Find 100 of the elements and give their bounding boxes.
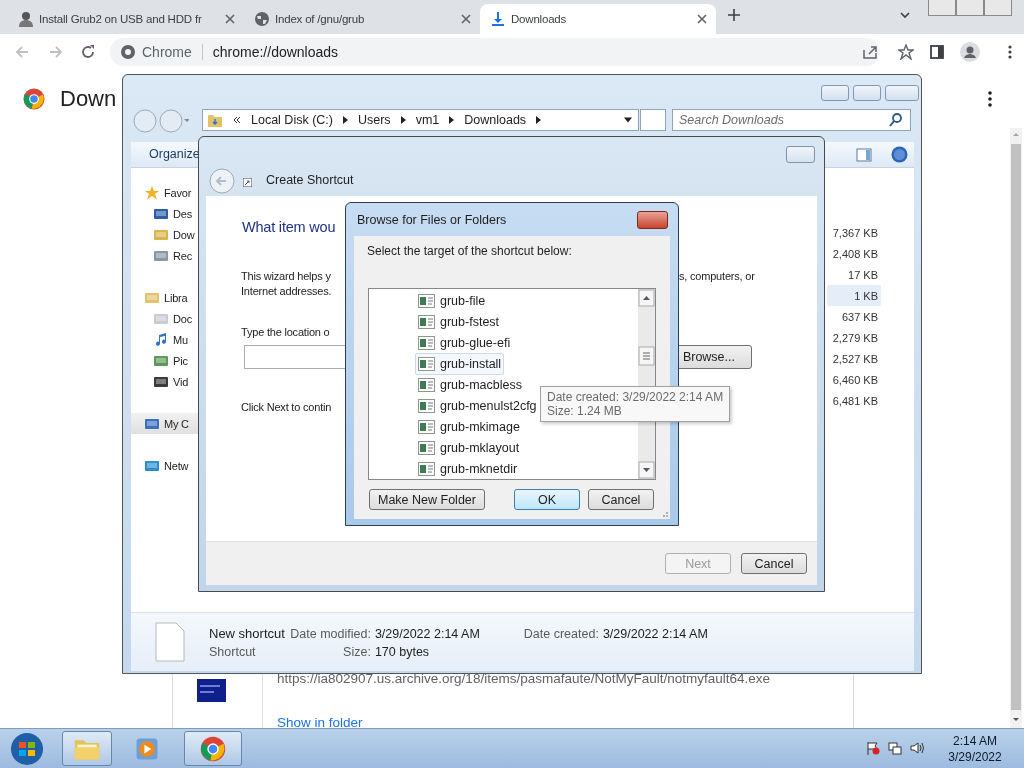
tooltip-text: Date created: 3/29/2022 2:14 AM bbox=[547, 390, 724, 404]
close-button[interactable] bbox=[786, 146, 815, 163]
dialog-button[interactable]: OK bbox=[513, 489, 580, 510]
tooltip-text: Size: 1.24 MB bbox=[547, 404, 623, 418]
menu-icon[interactable] bbox=[986, 91, 994, 107]
preview-pane-icon[interactable] bbox=[856, 147, 872, 163]
wizard-button[interactable]: Cancel bbox=[741, 553, 807, 574]
dialog-title: Browse for Files or Folders bbox=[357, 213, 507, 227]
file-item[interactable]: grub-glue-efi bbox=[415, 332, 514, 354]
detail-value: 170 bytes bbox=[374, 644, 431, 659]
executable-icon bbox=[418, 336, 435, 350]
file-item[interactable]: grub-menulst2cfg bbox=[415, 395, 540, 417]
instruction-text: Click Next to contin bbox=[241, 401, 332, 413]
address-bar[interactable]: Chrome chrome://downloads bbox=[110, 38, 880, 66]
nav-item[interactable]: Vid bbox=[131, 371, 199, 392]
show-in-folder-link[interactable]: Show in folder bbox=[277, 715, 363, 730]
nav-item[interactable]: Des bbox=[131, 203, 199, 224]
taskbar-button[interactable] bbox=[184, 731, 242, 766]
wizard-heading: What item wou bbox=[242, 219, 336, 235]
music-icon bbox=[153, 331, 169, 348]
nav-item[interactable]: Dow bbox=[131, 224, 199, 245]
profile-icon[interactable] bbox=[960, 42, 980, 62]
person-icon bbox=[18, 11, 34, 27]
arrow-icon[interactable] bbox=[536, 116, 542, 124]
arrow-icon[interactable] bbox=[342, 116, 348, 124]
browser-tab[interactable]: Downloads bbox=[480, 4, 716, 34]
file-item[interactable]: grub-mklayout bbox=[415, 437, 523, 459]
file-size: 6,481 KB bbox=[831, 393, 879, 409]
network-icon[interactable] bbox=[888, 741, 902, 755]
chevron-icon[interactable] bbox=[233, 116, 241, 124]
window-controls[interactable] bbox=[928, 0, 1012, 16]
organize-menu[interactable]: Organize bbox=[149, 147, 200, 161]
flag-icon[interactable] bbox=[866, 741, 880, 755]
nav-item[interactable]: Netw bbox=[131, 455, 199, 476]
share-icon[interactable] bbox=[862, 44, 878, 60]
breadcrumb-item[interactable]: Local Disk (C:) bbox=[251, 113, 333, 127]
nav-item[interactable]: Rec bbox=[131, 245, 199, 266]
close-button[interactable] bbox=[885, 85, 919, 101]
reload-icon[interactable] bbox=[80, 44, 96, 60]
file-type: Shortcut bbox=[209, 644, 257, 659]
arrow-icon[interactable] bbox=[400, 116, 406, 124]
breadcrumb-item[interactable]: Downloads bbox=[464, 113, 527, 127]
nav-item[interactable]: Pic bbox=[131, 350, 199, 371]
taskbar-button[interactable] bbox=[62, 731, 112, 766]
detail-label: Size: bbox=[342, 644, 371, 659]
search-field[interactable]: Search Downloads bbox=[672, 109, 911, 131]
nav-item[interactable]: Libra bbox=[131, 287, 199, 308]
file-size: 2,527 KB bbox=[831, 351, 879, 367]
executable-icon bbox=[418, 378, 435, 392]
executable-icon bbox=[418, 357, 435, 371]
file-size: 6,460 KB bbox=[831, 372, 879, 388]
detail-label: Date created: bbox=[522, 626, 599, 641]
browser-tab[interactable]: Install Grub2 on USB and HDD fr bbox=[8, 4, 244, 34]
window-title: Create Shortcut bbox=[266, 173, 354, 187]
folder-icon bbox=[207, 112, 223, 128]
side-panel-icon[interactable] bbox=[929, 44, 945, 60]
chrome-icon bbox=[120, 44, 136, 60]
nav-item[interactable]: My C bbox=[131, 413, 199, 434]
resize-grip-icon[interactable] bbox=[660, 509, 668, 517]
breadcrumb-item[interactable]: Users bbox=[357, 113, 391, 127]
maximize-button[interactable] bbox=[853, 85, 881, 101]
executable-icon bbox=[418, 399, 435, 413]
file-item[interactable]: grub-file bbox=[415, 290, 489, 312]
download-icon bbox=[490, 11, 506, 27]
file-icon bbox=[155, 622, 185, 662]
application-icon bbox=[197, 679, 226, 702]
file-item[interactable]: grub-mknetdir bbox=[415, 458, 521, 479]
volume-icon[interactable] bbox=[910, 741, 924, 755]
star-icon[interactable] bbox=[898, 44, 914, 60]
nav-item[interactable]: Doc bbox=[131, 308, 199, 329]
clock-date[interactable]: 3/29/2022 bbox=[945, 749, 1005, 765]
file-item[interactable]: grub-mkimage bbox=[415, 416, 523, 438]
detail-value: 3/29/2022 2:14 AM bbox=[374, 626, 481, 641]
browser-tab[interactable]: Index of /gnu/grub bbox=[244, 4, 480, 34]
executable-icon bbox=[418, 315, 435, 329]
scrollbar[interactable] bbox=[1010, 128, 1022, 728]
file-size: 637 KB bbox=[840, 309, 879, 325]
refresh-button[interactable] bbox=[640, 109, 666, 131]
chrome-icon bbox=[199, 734, 227, 763]
clock-time[interactable]: 2:14 AM bbox=[945, 733, 1005, 749]
file-item[interactable]: grub-macbless bbox=[415, 374, 525, 396]
intro-text: Internet addresses. bbox=[241, 285, 332, 297]
minimize-button[interactable] bbox=[821, 85, 849, 101]
dialog-button[interactable]: Cancel bbox=[587, 489, 654, 510]
executable-icon bbox=[418, 462, 435, 476]
close-button[interactable] bbox=[637, 211, 668, 229]
breadcrumb-item[interactable]: vm1 bbox=[415, 113, 440, 127]
dialog-button[interactable]: Make New Folder bbox=[369, 489, 485, 510]
file-item[interactable]: grub-install bbox=[415, 353, 505, 375]
arrow-icon[interactable] bbox=[449, 116, 455, 124]
page-title: Down bbox=[60, 86, 117, 112]
file-size: 2,279 KB bbox=[831, 330, 879, 346]
nav-item[interactable]: Mu bbox=[131, 329, 199, 350]
shortcut-icon bbox=[243, 178, 252, 187]
address-bar[interactable]: Local Disk (C:) Users vm1 Downloads bbox=[202, 109, 639, 131]
executable-icon bbox=[418, 441, 435, 455]
detail-label: Date modified: bbox=[289, 626, 371, 641]
dropdown-icon[interactable] bbox=[624, 116, 632, 124]
file-item[interactable]: grub-fstest bbox=[415, 311, 503, 333]
nav-item[interactable]: Favor bbox=[131, 182, 199, 203]
